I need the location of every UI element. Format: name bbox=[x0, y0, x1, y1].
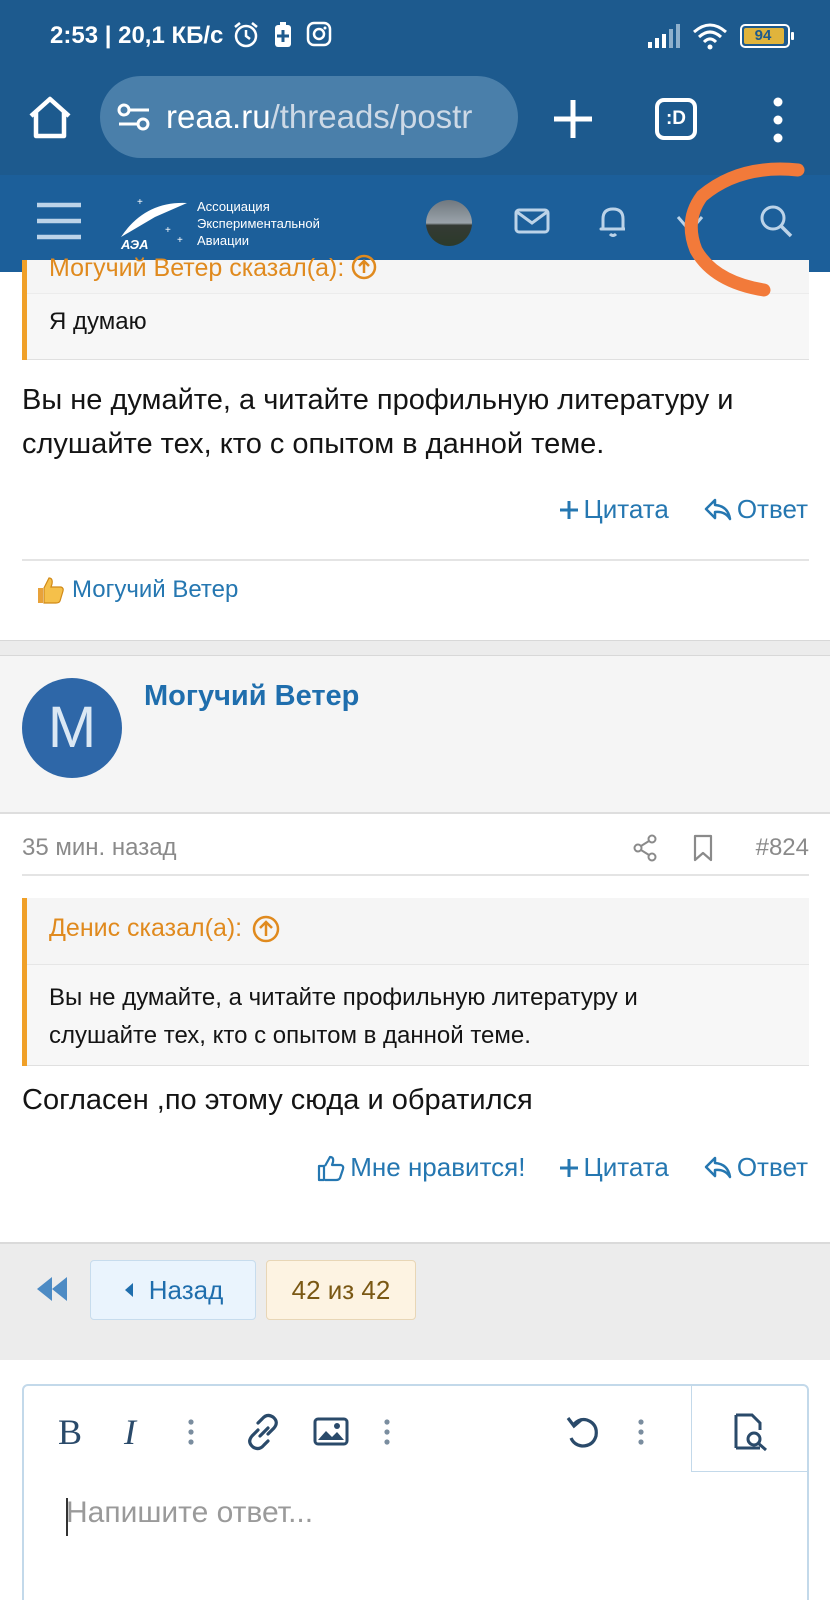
wifi-icon bbox=[693, 23, 727, 50]
reply-editor[interactable]: B I Напишите ответ... bbox=[22, 1384, 809, 1600]
prev-page-button[interactable]: Назад bbox=[90, 1260, 256, 1320]
status-icons-right: 94 bbox=[646, 22, 794, 50]
svg-text:АЭА: АЭА bbox=[120, 237, 148, 252]
divider bbox=[22, 559, 809, 561]
page-indicator[interactable]: 42 из 42 bbox=[266, 1260, 416, 1320]
svg-text:+: + bbox=[177, 235, 183, 246]
quote-button[interactable]: Цитата bbox=[559, 494, 669, 525]
orange-annotation-mark bbox=[684, 162, 805, 297]
likes-bar[interactable]: Могучий Ветер bbox=[34, 574, 238, 606]
more-options-icon[interactable] bbox=[634, 1412, 648, 1452]
caret-left-icon bbox=[124, 1283, 133, 1297]
post-actions: Мне нравится! Цитата Ответ bbox=[316, 1152, 808, 1183]
italic-icon[interactable]: I bbox=[122, 1412, 148, 1452]
more-text-options-icon[interactable] bbox=[184, 1412, 198, 1452]
plus-icon bbox=[560, 500, 579, 519]
quote-button[interactable]: Цитата bbox=[559, 1152, 669, 1183]
bookmark-icon[interactable] bbox=[692, 834, 714, 862]
alarm-icon bbox=[234, 22, 258, 48]
svg-text:B: B bbox=[58, 1412, 82, 1452]
arrow-up-circle-icon[interactable] bbox=[351, 254, 377, 280]
post-message: Вы не думайте, а читайте профильную лите… bbox=[22, 384, 734, 460]
browser-chrome: 2:53 | 20,1 КБ/с 94 reaa.ru/threads/post… bbox=[0, 0, 830, 175]
svg-text:+: + bbox=[137, 197, 143, 208]
status-bar: 2:53 | 20,1 КБ/с 94 bbox=[0, 0, 830, 72]
battery-indicator: 94 bbox=[740, 24, 794, 48]
site-logo[interactable]: АЭА + + + Ассоциация Экспериментальной А… bbox=[115, 193, 335, 253]
post-actions: Цитата Ответ bbox=[559, 494, 808, 525]
svg-text:+: + bbox=[165, 225, 171, 236]
post-separator bbox=[0, 640, 830, 656]
quote-author[interactable]: Денис сказал(а): bbox=[49, 914, 280, 943]
author-name[interactable]: Могучий Ветер bbox=[144, 680, 359, 713]
arrow-up-circle-icon[interactable] bbox=[252, 915, 280, 943]
first-page-icon[interactable] bbox=[34, 1274, 70, 1304]
image-icon[interactable] bbox=[312, 1412, 350, 1452]
svg-text:I: I bbox=[123, 1412, 138, 1452]
post-author-block: M Могучий Ветер bbox=[0, 656, 830, 814]
quote-author[interactable]: Могучий Ветер сказал(а): bbox=[49, 254, 377, 283]
quote-text: Вы не думайте, а читайте профильную лите… bbox=[27, 964, 809, 1066]
instagram-icon bbox=[306, 21, 332, 47]
post-time[interactable]: 35 мин. назад bbox=[22, 834, 177, 862]
status-icons-left bbox=[232, 21, 332, 49]
reply-button[interactable]: Ответ bbox=[703, 1152, 808, 1183]
bell-icon[interactable] bbox=[593, 201, 633, 241]
user-avatar[interactable] bbox=[426, 200, 472, 246]
new-tab-icon[interactable] bbox=[548, 94, 598, 144]
reply-icon bbox=[704, 1156, 732, 1178]
like-button[interactable]: Мне нравится! bbox=[316, 1152, 525, 1183]
preview-icon bbox=[734, 1413, 767, 1452]
post-number[interactable]: #824 bbox=[756, 834, 809, 862]
home-icon[interactable] bbox=[25, 92, 75, 142]
share-icon[interactable] bbox=[632, 834, 658, 862]
logo-text: Ассоциация Экспериментальной Авиации bbox=[197, 199, 320, 248]
bold-icon[interactable]: B bbox=[56, 1412, 86, 1452]
post-meta: 35 мин. назад #824 bbox=[22, 816, 809, 876]
preview-button[interactable] bbox=[691, 1386, 807, 1472]
author-avatar[interactable]: M bbox=[22, 678, 122, 778]
thumbs-up-icon bbox=[318, 1155, 345, 1181]
status-time: 2:53 | 20,1 КБ/с bbox=[50, 22, 224, 49]
url-bar[interactable]: reaa.ru/threads/postr bbox=[100, 76, 518, 158]
reply-icon bbox=[704, 498, 732, 520]
post-message: Согласен ,по этому сюда и обратился bbox=[22, 1084, 533, 1116]
plane-logo-icon: АЭА + + + bbox=[120, 197, 187, 252]
url-text: reaa.ru/threads/postr bbox=[166, 98, 473, 135]
link-icon[interactable] bbox=[244, 1412, 282, 1452]
site-settings-icon[interactable] bbox=[116, 99, 152, 135]
more-insert-options-icon[interactable] bbox=[380, 1412, 394, 1452]
reply-placeholder: Напишите ответ... bbox=[66, 1496, 314, 1529]
mail-icon[interactable] bbox=[512, 201, 552, 241]
pagination: Назад 42 из 42 bbox=[0, 1242, 830, 1360]
tabs-button[interactable]: :D bbox=[655, 98, 697, 140]
quote-block: Денис сказал(а): Вы не думайте, а читайт… bbox=[22, 898, 809, 1066]
reply-button[interactable]: Ответ bbox=[703, 494, 808, 525]
browser-menu-icon[interactable] bbox=[768, 96, 788, 144]
plus-icon bbox=[560, 1158, 579, 1177]
thumbs-up-icon bbox=[38, 577, 64, 604]
battery-saver-icon bbox=[275, 22, 291, 47]
signal-icon bbox=[648, 24, 680, 48]
undo-icon[interactable] bbox=[564, 1412, 602, 1452]
hamburger-menu-icon[interactable] bbox=[35, 199, 83, 243]
